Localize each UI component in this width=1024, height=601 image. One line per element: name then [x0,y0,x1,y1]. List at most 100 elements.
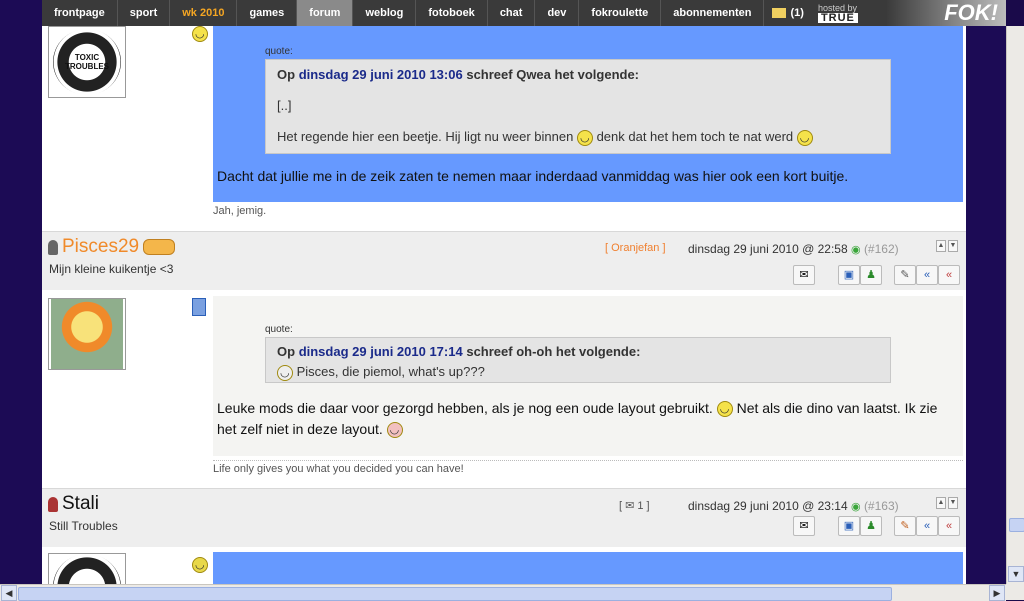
duck-avatar [51,299,123,369]
post-body-162: quote: Op dinsdag 29 juni 2010 17:14 sch… [42,290,966,488]
post-number[interactable]: (#162) [864,242,899,256]
scrollbar-corner [1006,584,1024,600]
post-meta: dinsdag 29 juni 2010 @ 22:58 ◉ (#162) [688,242,899,256]
post-number[interactable]: (#163) [864,499,899,513]
vertical-scrollbar[interactable]: ▼ [1006,26,1024,584]
nav-fotoboek[interactable]: fotoboek [416,0,488,26]
eye-icon[interactable]: ◉ [851,501,861,513]
profile-button[interactable]: ▣ [838,265,860,285]
nav-sport[interactable]: sport [118,0,171,26]
poster-name: Pisces29 [48,236,176,258]
signature: Jah, jemig. [213,205,267,217]
quote-box: Op dinsdag 29 juni 2010 17:14 schreef oh… [265,337,891,383]
avatar [48,298,126,370]
horizontal-scrollbar[interactable]: ◀ ▶ [0,584,1006,601]
quote-prefix: Op [277,344,296,359]
message-text: Leuke mods die daar voor gezorgd hebben,… [217,398,957,440]
female-user-icon [48,239,58,255]
signature: Life only gives you what you decided you… [213,460,963,475]
message-text-a: Leuke mods die daar voor gezorgd hebben,… [217,400,713,416]
poster-name: Stali [48,493,99,515]
top-navigation: frontpage sport wk 2010 games forum webl… [42,0,1006,26]
left-background [0,0,42,584]
nav-wk2010[interactable]: wk 2010 [170,0,238,26]
hosted-by: hosted by TRUE [812,3,858,24]
up-arrow-icon[interactable]: ▲ [936,497,946,509]
nav-dev[interactable]: dev [535,0,580,26]
post-datetime: dinsdag 29 juni 2010 @ 22:58 [688,242,848,256]
quote-date-link[interactable]: dinsdag 29 juni 2010 13:06 [299,67,463,82]
quote-text-a: Het regende hier een beetje. Hij ligt nu… [277,129,574,144]
envelope-icon [772,8,787,18]
quote-button[interactable]: « [916,516,938,536]
post-body-163 [42,547,966,584]
username-link[interactable]: Stali [62,493,99,515]
fok-logo[interactable]: FOK! [886,0,1006,26]
nav-weblog[interactable]: weblog [353,0,417,26]
nav-games[interactable]: games [237,0,298,26]
scroll-left-button[interactable]: ◀ [1,585,17,601]
right-background [966,26,1006,584]
horizontal-scroll-thumb[interactable] [18,587,892,601]
scroll-right-button[interactable]: ▶ [989,585,1005,601]
message-box: quote: Op dinsdag 29 juni 2010 13:06 sch… [213,26,963,202]
mail-user-button[interactable]: ✉ [793,265,815,285]
nav-forum[interactable]: forum [297,0,354,26]
toxic-troubles-logo [53,554,121,584]
post-header-162: Pisces29 Mijn kleine kuikentje <3 [ Oran… [42,231,966,290]
username-link[interactable]: Pisces29 [62,236,139,258]
down-arrow-icon[interactable]: ▼ [948,497,958,509]
multi-quote-button[interactable]: « [938,265,960,285]
quote-box: Op dinsdag 29 juni 2010 13:06 schreef Qw… [265,59,891,154]
toxic-troubles-logo: TOXIC TROUBLES [53,29,121,95]
quote-ellipsis: [..] [277,98,292,113]
nav-fokroulette[interactable]: fokroulette [579,0,662,26]
vertical-scroll-thumb[interactable] [1009,518,1024,532]
edit-button[interactable]: ✎ [894,516,916,536]
mail-user-button[interactable]: ✉ [793,516,815,536]
mail-link[interactable]: (1) [764,7,811,19]
post-datetime: dinsdag 29 juni 2010 @ 23:14 [688,499,848,513]
quote-label: quote: [265,46,293,57]
quote-prefix: Op [277,67,296,82]
avatar [48,553,126,584]
true-logo: TRUE [817,13,858,24]
avatar-column: TOXIC TROUBLES [48,26,208,98]
quote-text: Pisces, die piemol, what's up??? [277,364,485,381]
eye-icon[interactable]: ◉ [851,244,861,256]
quote-label: quote: [265,324,293,335]
scroll-down-button[interactable]: ▼ [1008,566,1024,582]
poster-title: Mijn kleine kuikentje <3 [49,262,174,276]
message-box: quote: Op dinsdag 29 juni 2010 17:14 sch… [213,296,963,456]
edit-button[interactable]: ✎ [894,265,916,285]
up-arrow-icon[interactable]: ▲ [936,240,946,252]
female-user-icon [48,496,58,512]
message-count-badge[interactable]: [ ✉ 1 ] [619,499,650,512]
quote-header: Op dinsdag 29 juni 2010 13:06 schreef Qw… [277,67,639,82]
browser-page: frontpage sport wk 2010 games forum webl… [0,0,1024,601]
scroll-arrows: ▲ ▼ [936,497,958,509]
multi-quote-button[interactable]: « [938,516,960,536]
mood-smiley-icon [192,557,208,573]
user-info-button[interactable]: ♟ [860,516,882,536]
fan-badge: [ Oranjefan ] [605,242,666,254]
forum-content: TOXIC TROUBLES quote: Op dinsdag 29 juni… [42,26,966,584]
quote-date-link[interactable]: dinsdag 29 juni 2010 17:14 [299,344,463,359]
nav-chat[interactable]: chat [488,0,536,26]
avatar: TOXIC TROUBLES [48,26,126,98]
down-arrow-icon[interactable]: ▼ [948,240,958,252]
profile-button[interactable]: ▣ [838,516,860,536]
nav-frontpage[interactable]: frontpage [42,0,118,26]
avatar-column [48,298,208,370]
scroll-arrows: ▲ ▼ [936,240,958,252]
quote-suffix: schreef oh-oh het volgende: [466,344,641,359]
smiley-icon [576,129,593,146]
user-info-button[interactable]: ♟ [860,265,882,285]
post-body-1: TOXIC TROUBLES quote: Op dinsdag 29 juni… [42,26,966,232]
post-meta: dinsdag 29 juni 2010 @ 23:14 ◉ (#163) [688,499,899,513]
quote-text-line: Pisces, die piemol, what's up??? [296,364,485,379]
quote-button[interactable]: « [916,265,938,285]
mobile-phone-icon [192,298,206,316]
nav-abonnementen[interactable]: abonnementen [661,0,765,26]
poster-title: Still Troubles [49,519,118,533]
